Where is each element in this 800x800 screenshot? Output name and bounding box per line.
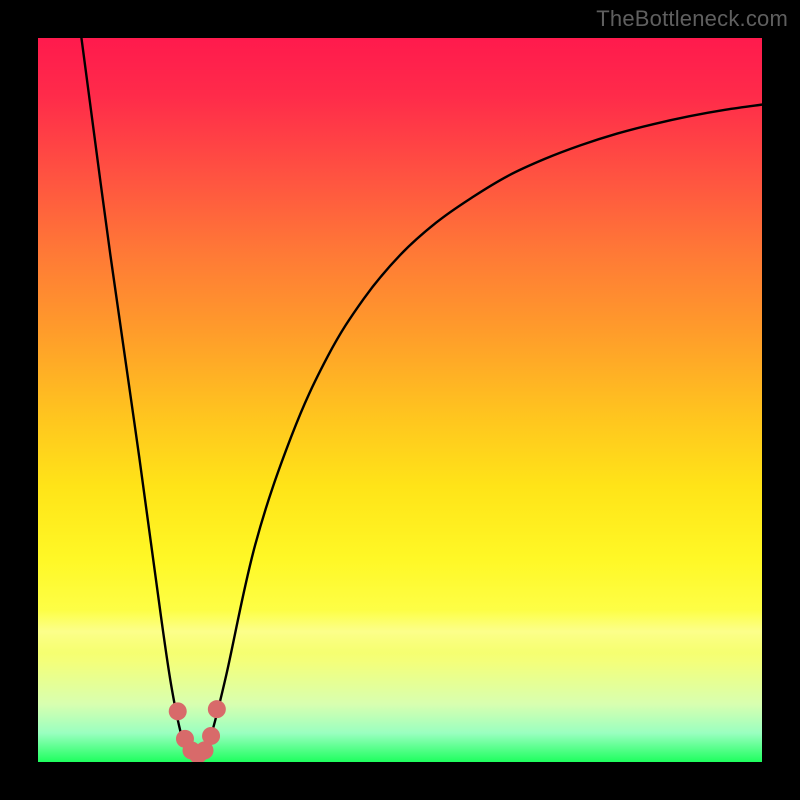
marker-point xyxy=(169,702,187,720)
bottleneck-markers xyxy=(169,700,226,762)
marker-point xyxy=(208,700,226,718)
watermark-text: TheBottleneck.com xyxy=(596,6,788,32)
plot-area xyxy=(38,38,762,762)
chart-frame: TheBottleneck.com xyxy=(0,0,800,800)
bottleneck-curve xyxy=(81,38,762,755)
marker-point xyxy=(202,727,220,745)
curve-svg xyxy=(38,38,762,762)
